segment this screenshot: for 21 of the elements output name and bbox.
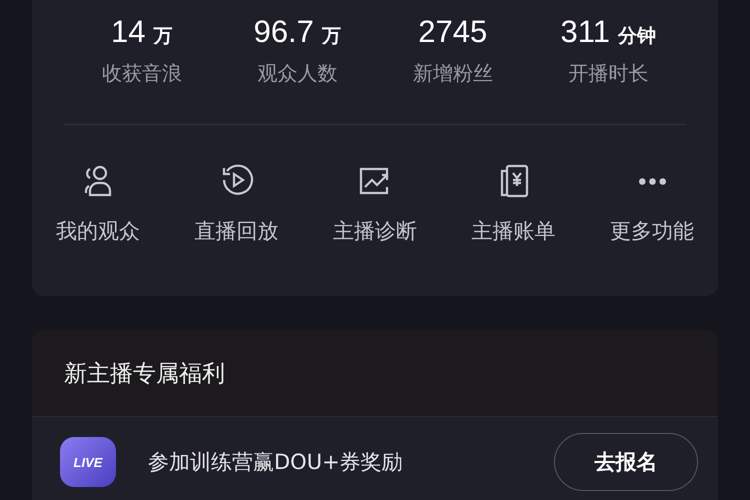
signup-button[interactable]: 去报名 — [554, 433, 698, 491]
tool-button[interactable]: 我的观众 — [52, 157, 144, 249]
section-title: 新主播专属福利 — [64, 360, 225, 388]
tool-button[interactable]: 主播诊断 — [329, 157, 421, 249]
stat-label: 开播时长 — [568, 60, 648, 87]
stat-unit: 万 — [153, 24, 172, 49]
stat-value: 96.7 — [254, 14, 314, 50]
stat-value: 311 — [560, 14, 610, 50]
live-badge-icon: LIVE — [60, 437, 116, 487]
benefit-text: 参加训练营赢DOU+券奖励 — [148, 449, 404, 476]
tool-button[interactable]: 更多功能 — [606, 157, 698, 249]
stat-unit: 分钟 — [618, 24, 656, 49]
stat-label: 收获音浪 — [102, 60, 182, 87]
tool-button[interactable]: 主播账单 — [468, 157, 560, 249]
stat-label: 观众人数 — [257, 60, 338, 87]
stat-value: 14 — [111, 14, 146, 50]
tool-button[interactable]: 直播回放 — [190, 157, 282, 249]
stat-value: 2745 — [418, 14, 488, 50]
stat-unit: 万 — [322, 24, 341, 49]
more-icon — [638, 178, 666, 184]
stat-label: 新增粉丝 — [412, 60, 493, 87]
